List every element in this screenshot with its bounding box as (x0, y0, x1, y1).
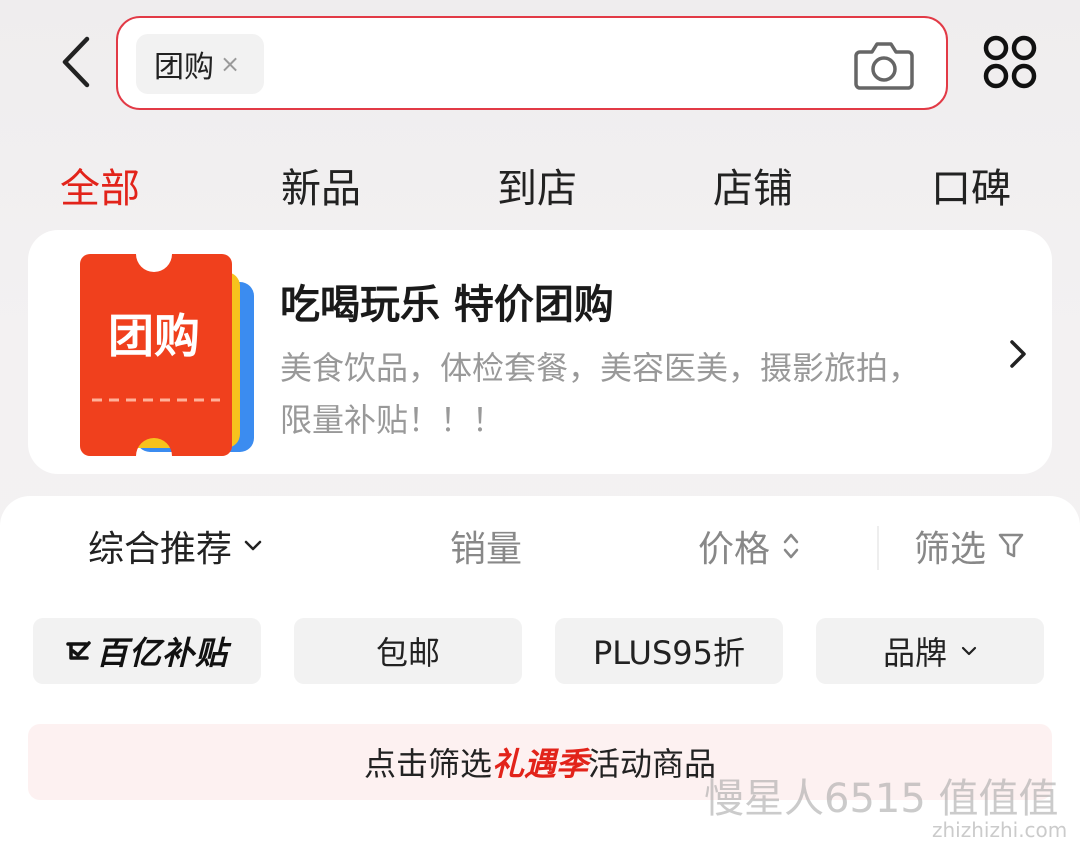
free-shipping-filter-button[interactable]: 包邮 (294, 618, 522, 684)
ticket-label: 团购 (108, 309, 200, 363)
sort-divider (877, 526, 879, 570)
tab-in-store[interactable]: 到店 (497, 156, 577, 214)
filter-funnel-icon (998, 533, 1024, 558)
tab-all[interactable]: 全部 (60, 156, 140, 214)
sort-price-label: 价格 (698, 529, 771, 570)
plus-discount-filter-button[interactable]: PLUS95折 (555, 618, 783, 684)
grid-menu-icon[interactable] (982, 34, 1038, 90)
group-buy-promo-card[interactable]: 团购 吃喝玩乐 特价团购 美食饮品，体检套餐，美容医美，摄影旅拍， 限量补贴！！… (28, 230, 1052, 474)
sort-filter-label: 筛选 (914, 529, 987, 570)
search-tag-close-icon[interactable]: × (220, 50, 240, 78)
brand-filter-button[interactable]: 品牌 (816, 618, 1044, 684)
brand-filter-label: 品牌 (882, 634, 947, 672)
search-tag-label: 团购 (154, 50, 214, 85)
site-watermark: 慢星人6515 值值值 zhizhizhi.com (704, 766, 1080, 846)
subsidy-filter-button[interactable]: 百亿补贴 (33, 618, 261, 684)
promo-desc-line2: 限量补贴！！！ (280, 401, 505, 439)
chevron-right-icon (1010, 340, 1026, 368)
category-tabs: 全部 新品 到店 店铺 口碑 (0, 156, 1080, 220)
sort-sales[interactable]: 销量 (450, 520, 522, 572)
subsidy-logo: 百亿补贴 (66, 628, 228, 674)
subsidy-logo-text: 百亿补贴 (95, 634, 228, 672)
tab-stores[interactable]: 店铺 (713, 156, 793, 214)
tab-reputation[interactable]: 口碑 (931, 156, 1011, 214)
watermark-main: 慢星人6515 值值值 (704, 776, 1059, 822)
watermark-url: zhizhizhi.com (932, 818, 1068, 842)
subsidy-check-icon (66, 641, 91, 660)
promo-title: 吃喝玩乐 特价团购 (280, 282, 614, 328)
search-results-page: 团购 × 全部 新品 到店 店铺 口碑 团购 吃喝玩乐 特价团购 美食饮品，体检… (0, 0, 1080, 846)
tab-new[interactable]: 新品 (281, 156, 361, 214)
promo-description: 美食饮品，体检套餐，美容医美，摄影旅拍， 限量补贴！！！ (280, 342, 970, 446)
promo-desc-line1: 美食饮品，体检套餐，美容医美，摄影旅拍， (280, 349, 921, 387)
chevron-down-icon (961, 646, 977, 656)
search-tag-chip[interactable]: 团购 × (136, 34, 264, 94)
sort-price[interactable]: 价格 (698, 520, 800, 572)
search-input[interactable]: 团购 × (116, 16, 948, 110)
sort-comprehensive-label: 综合推荐 (88, 529, 233, 570)
back-arrow-icon (62, 36, 90, 88)
event-banner-highlight: 礼遇季 (491, 745, 588, 783)
group-buy-ticket-icon: 团购 (80, 254, 254, 456)
sort-comprehensive[interactable]: 综合推荐 (88, 520, 262, 572)
chevron-down-icon (244, 540, 262, 551)
sort-updown-icon (783, 533, 799, 559)
sort-filter[interactable]: 筛选 (914, 520, 1024, 572)
sort-sales-label: 销量 (450, 529, 523, 570)
back-button[interactable] (48, 30, 104, 94)
event-banner-prefix: 点击筛选 (363, 745, 492, 783)
camera-icon[interactable] (854, 36, 914, 92)
event-banner-suffix: 活动商品 (588, 745, 717, 783)
